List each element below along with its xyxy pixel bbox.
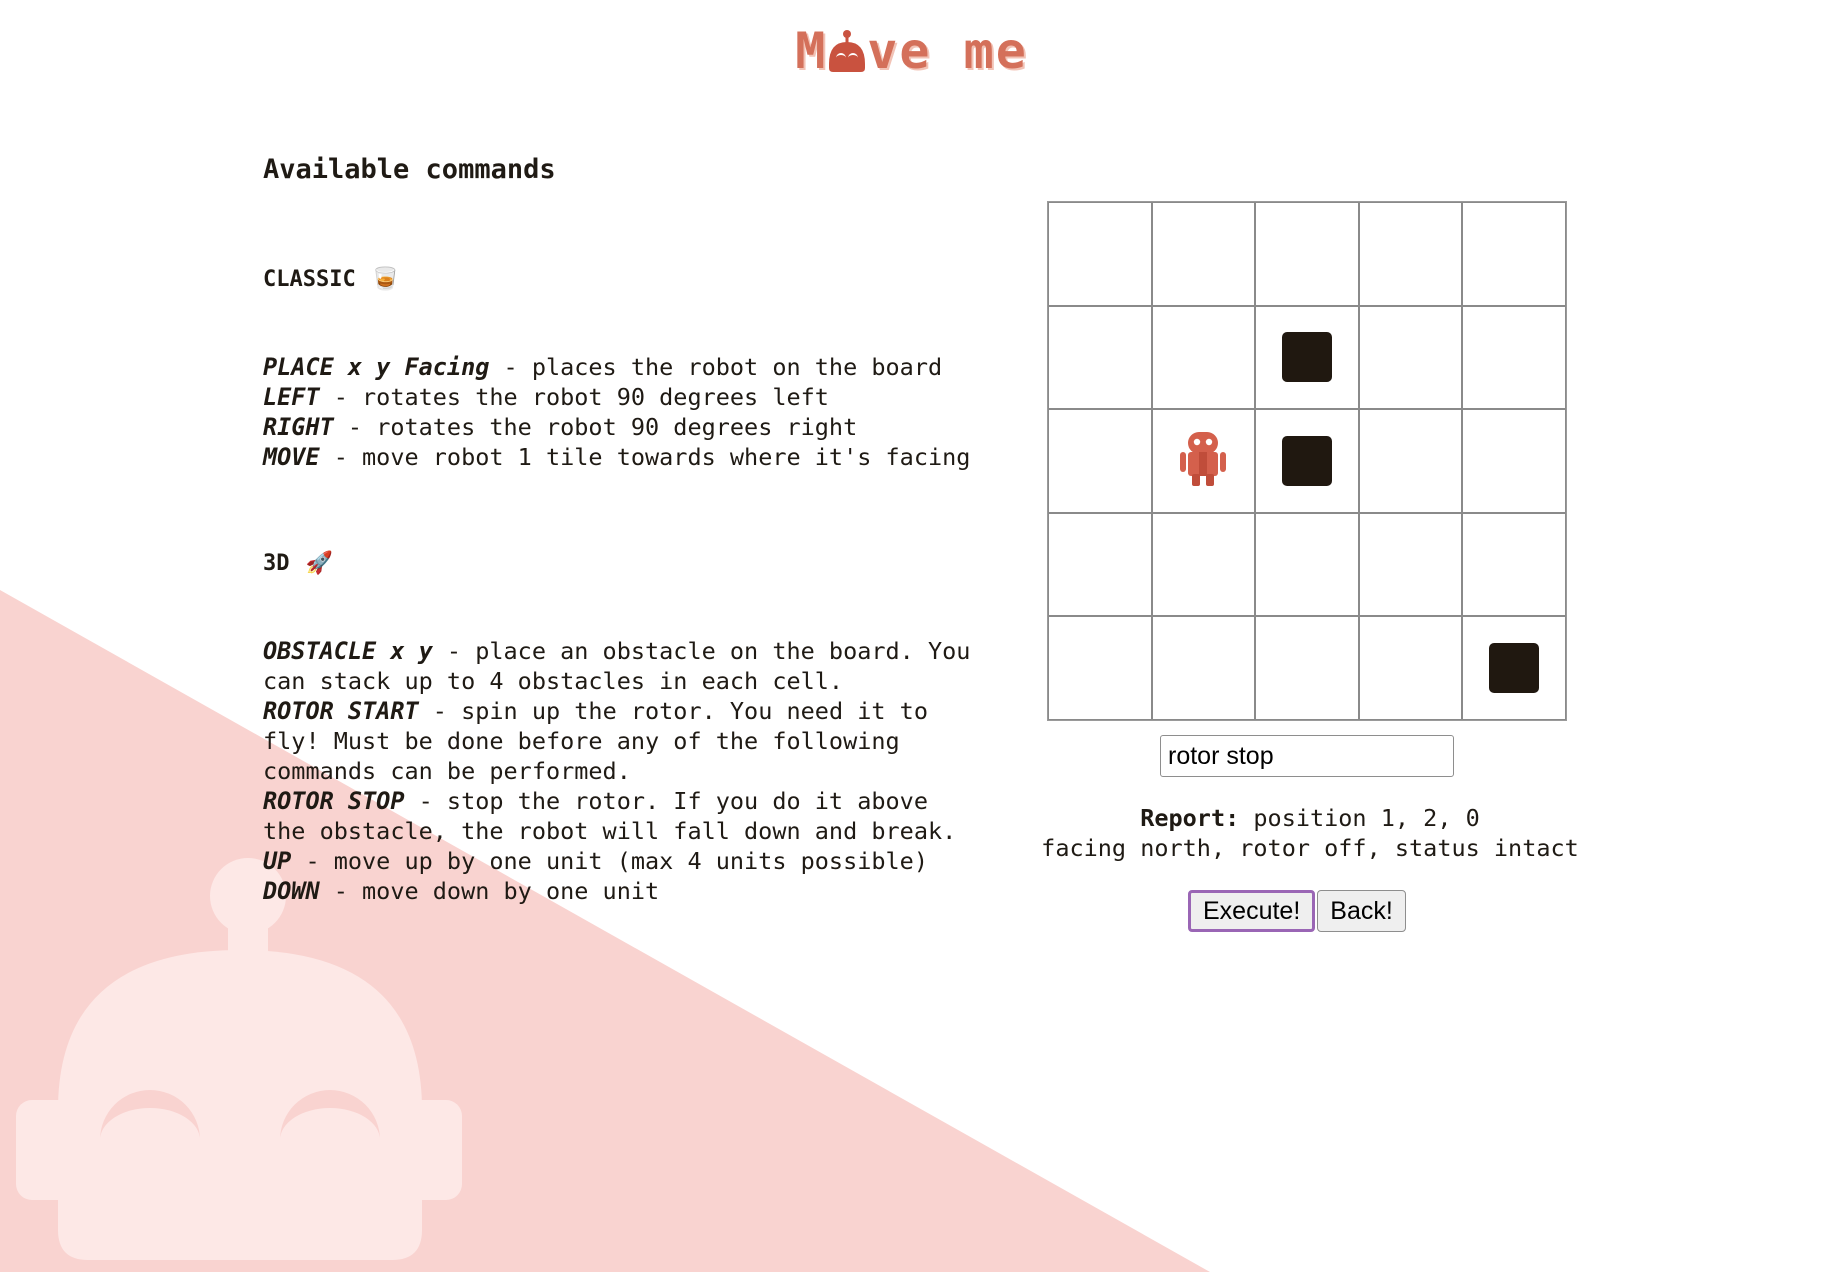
classic-section: CLASSIC 🥃 PLACE x y Facing - places the … (263, 260, 983, 472)
obstacle (1281, 435, 1332, 486)
page-title: M ve me (0, 22, 1823, 80)
command-desc: - move down by one unit (319, 877, 660, 905)
board-cell (1151, 305, 1256, 410)
classic-command-list: PLACE x y Facing - places the robot on t… (263, 352, 983, 472)
report-line-1: Report: position 1, 2, 0 (990, 803, 1630, 833)
title-prefix: M (795, 22, 828, 80)
list-item: LEFT - rotates the robot 90 degrees left (263, 382, 983, 412)
command-desc: - move robot 1 tile towards where it's f… (319, 443, 971, 471)
whisky-glass-icon: 🥃 (371, 267, 400, 292)
board-cell (1255, 409, 1359, 513)
3d-section: 3D 🚀 OBSTACLE x y - place an obstacle on… (263, 544, 983, 906)
board-cell (1151, 409, 1256, 513)
classic-title: CLASSIC 🥃 (263, 260, 983, 300)
board-cell (1255, 202, 1359, 306)
robot-head-icon (827, 28, 867, 74)
board-cell (1462, 616, 1566, 720)
command-key: ROTOR START (263, 697, 419, 725)
board-cell (1358, 512, 1463, 617)
command-key: UP (263, 847, 292, 875)
robot-icon (1178, 430, 1228, 492)
report-line-2: facing north, rotor off, status intact (1041, 834, 1579, 862)
board-cell (1151, 616, 1256, 720)
command-key: RIGHT (263, 413, 334, 441)
report-position: position 1, 2, 0 (1239, 804, 1480, 832)
list-item: RIGHT - rotates the robot 90 degrees rig… (263, 412, 983, 442)
board-cell (1048, 202, 1152, 306)
3d-command-list: OBSTACLE x y - place an obstacle on the … (263, 636, 983, 906)
board-cell (1151, 512, 1256, 617)
rocket-icon: 🚀 (305, 551, 333, 576)
list-item: OBSTACLE x y - place an obstacle on the … (263, 636, 983, 696)
board-cell (1462, 202, 1566, 306)
game-board (1047, 201, 1567, 721)
report-label: Report: (1140, 804, 1240, 832)
board-cell (1048, 305, 1152, 410)
list-item: ROTOR STOP - stop the rotor. If you do i… (263, 786, 983, 846)
command-desc: - rotates the robot 90 degrees right (333, 413, 858, 441)
board-cell (1048, 409, 1152, 513)
obstacle (1489, 643, 1540, 694)
execute-button[interactable]: Execute! (1188, 890, 1316, 932)
board-cell (1255, 512, 1359, 617)
3d-title-text: 3D (263, 551, 290, 576)
command-key: MOVE (263, 443, 320, 471)
command-key: ROTOR STOP (263, 787, 405, 815)
list-item: DOWN - move down by one unit (263, 876, 983, 906)
command-key: PLACE x y Facing (263, 353, 490, 381)
command-desc: - move up by one unit (max 4 units possi… (291, 847, 928, 875)
list-item: MOVE - move robot 1 tile towards where i… (263, 442, 983, 472)
board-cell (1358, 202, 1463, 306)
3d-title: 3D 🚀 (263, 544, 983, 584)
board-cell (1358, 409, 1463, 513)
page: M ve me Available commands CLASSIC 🥃 PLA… (0, 0, 1823, 1272)
board-cell (1048, 512, 1152, 617)
list-item: UP - move up by one unit (max 4 units po… (263, 846, 983, 876)
action-buttons: Execute! Back! (1188, 890, 1406, 932)
back-button[interactable]: Back! (1317, 890, 1406, 932)
command-key: LEFT (263, 383, 320, 411)
obstacle (1281, 332, 1332, 383)
command-key: DOWN (263, 877, 320, 905)
board-cell (1462, 512, 1566, 617)
commands-panel: Available commands CLASSIC 🥃 PLACE x y F… (263, 150, 983, 906)
list-item: ROTOR START - spin up the rotor. You nee… (263, 696, 983, 786)
command-desc: - rotates the robot 90 degrees left (319, 383, 829, 411)
board-cell (1255, 305, 1359, 410)
board-cell (1462, 409, 1566, 513)
classic-title-text: CLASSIC (263, 267, 356, 292)
board-cell (1462, 305, 1566, 410)
commands-heading: Available commands (263, 154, 556, 185)
report: Report: position 1, 2, 0 facing north, r… (990, 803, 1630, 863)
list-item: PLACE x y Facing - places the robot on t… (263, 352, 983, 382)
title-suffix: ve me (867, 22, 1028, 80)
board-cell (1358, 616, 1463, 720)
command-input[interactable] (1160, 735, 1454, 777)
command-key: OBSTACLE x y (263, 637, 433, 665)
board-cell (1255, 616, 1359, 720)
board-cell (1048, 616, 1152, 720)
board-cell (1151, 202, 1256, 306)
board-cell (1358, 305, 1463, 410)
command-desc: - places the robot on the board (489, 353, 943, 381)
